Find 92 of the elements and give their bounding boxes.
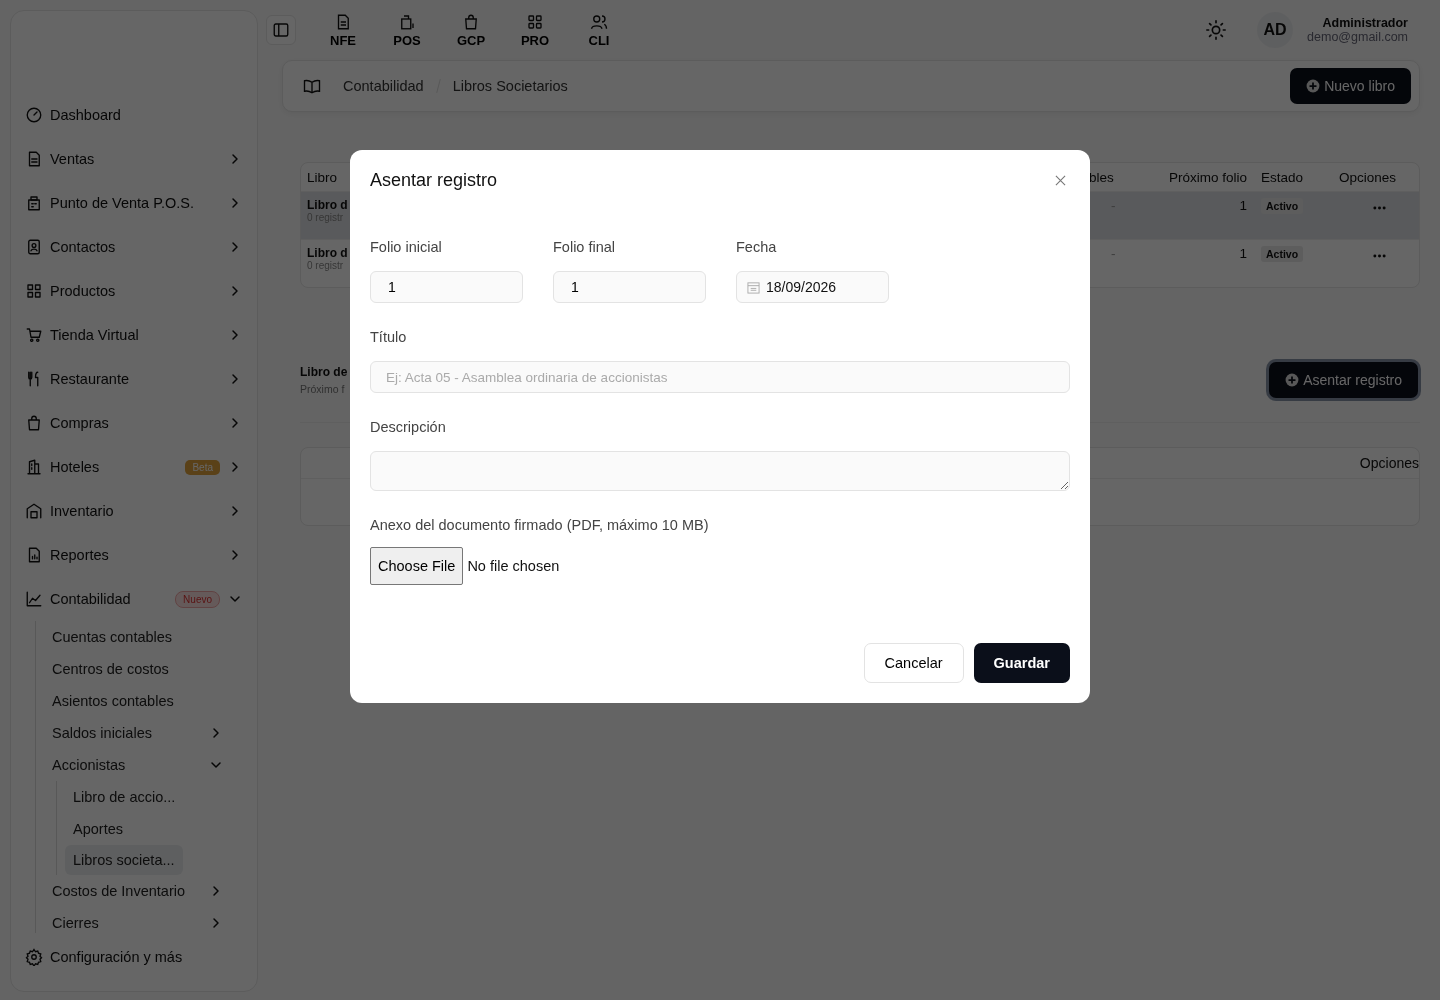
input-field[interactable]: Ej: Acta 05 - Asamblea ordinaria de accionistas — [370, 361, 1070, 393]
submenu-item[interactable]: Accionistas — [52, 749, 185, 781]
register-icon — [25, 194, 43, 212]
table-cell-text: 1 — [1238, 246, 1248, 261]
plus-circle-icon — [1285, 373, 1300, 387]
contact-icon — [25, 238, 43, 256]
dialog-title: Asentar registro — [370, 170, 498, 191]
status-badge: Activo — [1261, 246, 1304, 262]
sidebar-item[interactable]: Contactos — [50, 239, 220, 255]
cancel-button[interactable]: Cancelar — [863, 643, 964, 683]
date-field[interactable]: 18/09/2026 — [736, 271, 889, 303]
column-header: bles — [1089, 169, 1114, 185]
breadcrumb-link[interactable]: Contabilidad — [343, 78, 424, 94]
textarea-field[interactable] — [370, 451, 1070, 491]
breadcrumb-link[interactable]: Libros Societarios — [452, 78, 568, 94]
sidebar-item[interactable]: Restaurante — [50, 371, 220, 387]
table-cell-text: - — [1110, 246, 1116, 261]
input-field[interactable]: 1 — [370, 271, 523, 303]
sidebar-badge: Nuevo — [175, 590, 220, 608]
save-button[interactable]: Guardar — [973, 643, 1070, 683]
sidebar-panel-icon — [272, 21, 290, 39]
input-field[interactable]: 1 — [553, 271, 706, 303]
column-header: Opciones — [1359, 455, 1419, 471]
more-options-icon[interactable] — [1372, 254, 1386, 258]
gauge-icon — [25, 106, 43, 124]
user-avatar[interactable]: AD — [1257, 12, 1294, 48]
field-label: Fecha — [736, 239, 777, 255]
app-shortcut[interactable]: PRO — [508, 12, 562, 48]
sidebar-item[interactable]: Ventas — [50, 151, 220, 167]
sidebar-item[interactable]: Hoteles — [50, 459, 179, 475]
new-book-button[interactable]: Nuevo libro — [1290, 68, 1411, 104]
column-header: Libro — [307, 169, 338, 185]
field-label: Folio final — [553, 239, 616, 255]
cash-register-icon — [398, 12, 416, 31]
submenu-item[interactable]: Cierres — [52, 907, 185, 933]
submenu-item[interactable]: Libros societa... — [65, 845, 183, 875]
grid-icon — [25, 282, 43, 300]
field-label: Descripción — [370, 419, 446, 435]
sidebar-item[interactable]: Reportes — [50, 547, 220, 563]
choose-file-button[interactable]: Choose File — [370, 547, 464, 585]
book-title: Libro d — [307, 246, 348, 260]
user-email: demo@gmail.com — [1307, 30, 1408, 44]
shopping-bag-icon — [462, 12, 480, 31]
app-shortcut[interactable]: POS — [380, 12, 434, 48]
user-name: Administrador — [1322, 16, 1408, 30]
book-title: Libro de — [300, 365, 348, 379]
column-header: Opciones — [1339, 169, 1397, 185]
sidebar-item[interactable]: Contabilidad — [50, 591, 169, 607]
submenu-item[interactable]: Centros de costos — [52, 653, 185, 685]
calendar-icon — [747, 280, 760, 294]
users-icon — [590, 12, 608, 31]
submenu-item[interactable]: Asientos contables — [52, 685, 185, 717]
sidebar-item[interactable]: Compras — [50, 415, 220, 431]
app-shortcut[interactable]: GCP — [444, 12, 498, 48]
app-shortcut[interactable]: CLI — [572, 12, 626, 48]
book-icon — [303, 77, 321, 95]
column-header: Estado — [1261, 169, 1304, 185]
plus-circle-icon — [1306, 79, 1321, 93]
sidebar-item[interactable]: Dashboard — [50, 107, 243, 123]
sidebar-item[interactable]: Punto de Venta P.O.S. — [50, 195, 220, 211]
grid-icon — [526, 12, 544, 31]
close-icon[interactable] — [1055, 175, 1066, 186]
post-record-button[interactable]: Asentar registro — [1269, 362, 1418, 398]
sidebar-toggle-button[interactable] — [266, 15, 296, 45]
theme-toggle-icon[interactable] — [1205, 19, 1228, 41]
submenu-item[interactable]: Libro de accio... — [73, 781, 183, 813]
app-shortcut[interactable]: NFE — [316, 12, 370, 48]
table-cell-text: - — [1110, 198, 1116, 213]
table-cell-text: 1 — [1238, 198, 1248, 213]
chart-icon — [25, 590, 43, 608]
sidebar-item[interactable]: Tienda Virtual — [50, 327, 220, 343]
submenu-item[interactable]: Costos de Inventario — [52, 875, 185, 907]
submenu-item[interactable]: Cuentas contables — [52, 621, 185, 653]
sidebar-item[interactable]: Productos — [50, 283, 220, 299]
sidebar-item[interactable]: Inventario — [50, 503, 220, 519]
more-options-icon[interactable] — [1372, 206, 1386, 210]
settings-icon — [25, 948, 43, 966]
submenu-item[interactable]: Aportes — [73, 813, 183, 845]
book-title: Libro d — [307, 198, 348, 212]
status-badge: Activo — [1261, 198, 1304, 214]
file-status: No file chosen — [467, 558, 560, 574]
settings-link[interactable]: Configuración y más — [50, 949, 243, 965]
building-icon — [25, 458, 43, 476]
sidebar-badge: Beta — [185, 459, 220, 475]
column-header: Próximo folio — [1168, 169, 1248, 185]
warehouse-icon — [25, 502, 43, 520]
bag-icon — [25, 414, 43, 432]
field-label: Título — [370, 329, 407, 345]
cart-icon — [25, 326, 43, 344]
field-label: Folio inicial — [370, 239, 442, 255]
field-label: Anexo del documento firmado (PDF, máximo 10 MB) — [370, 517, 709, 533]
submenu-item[interactable]: Saldos iniciales — [52, 717, 185, 749]
